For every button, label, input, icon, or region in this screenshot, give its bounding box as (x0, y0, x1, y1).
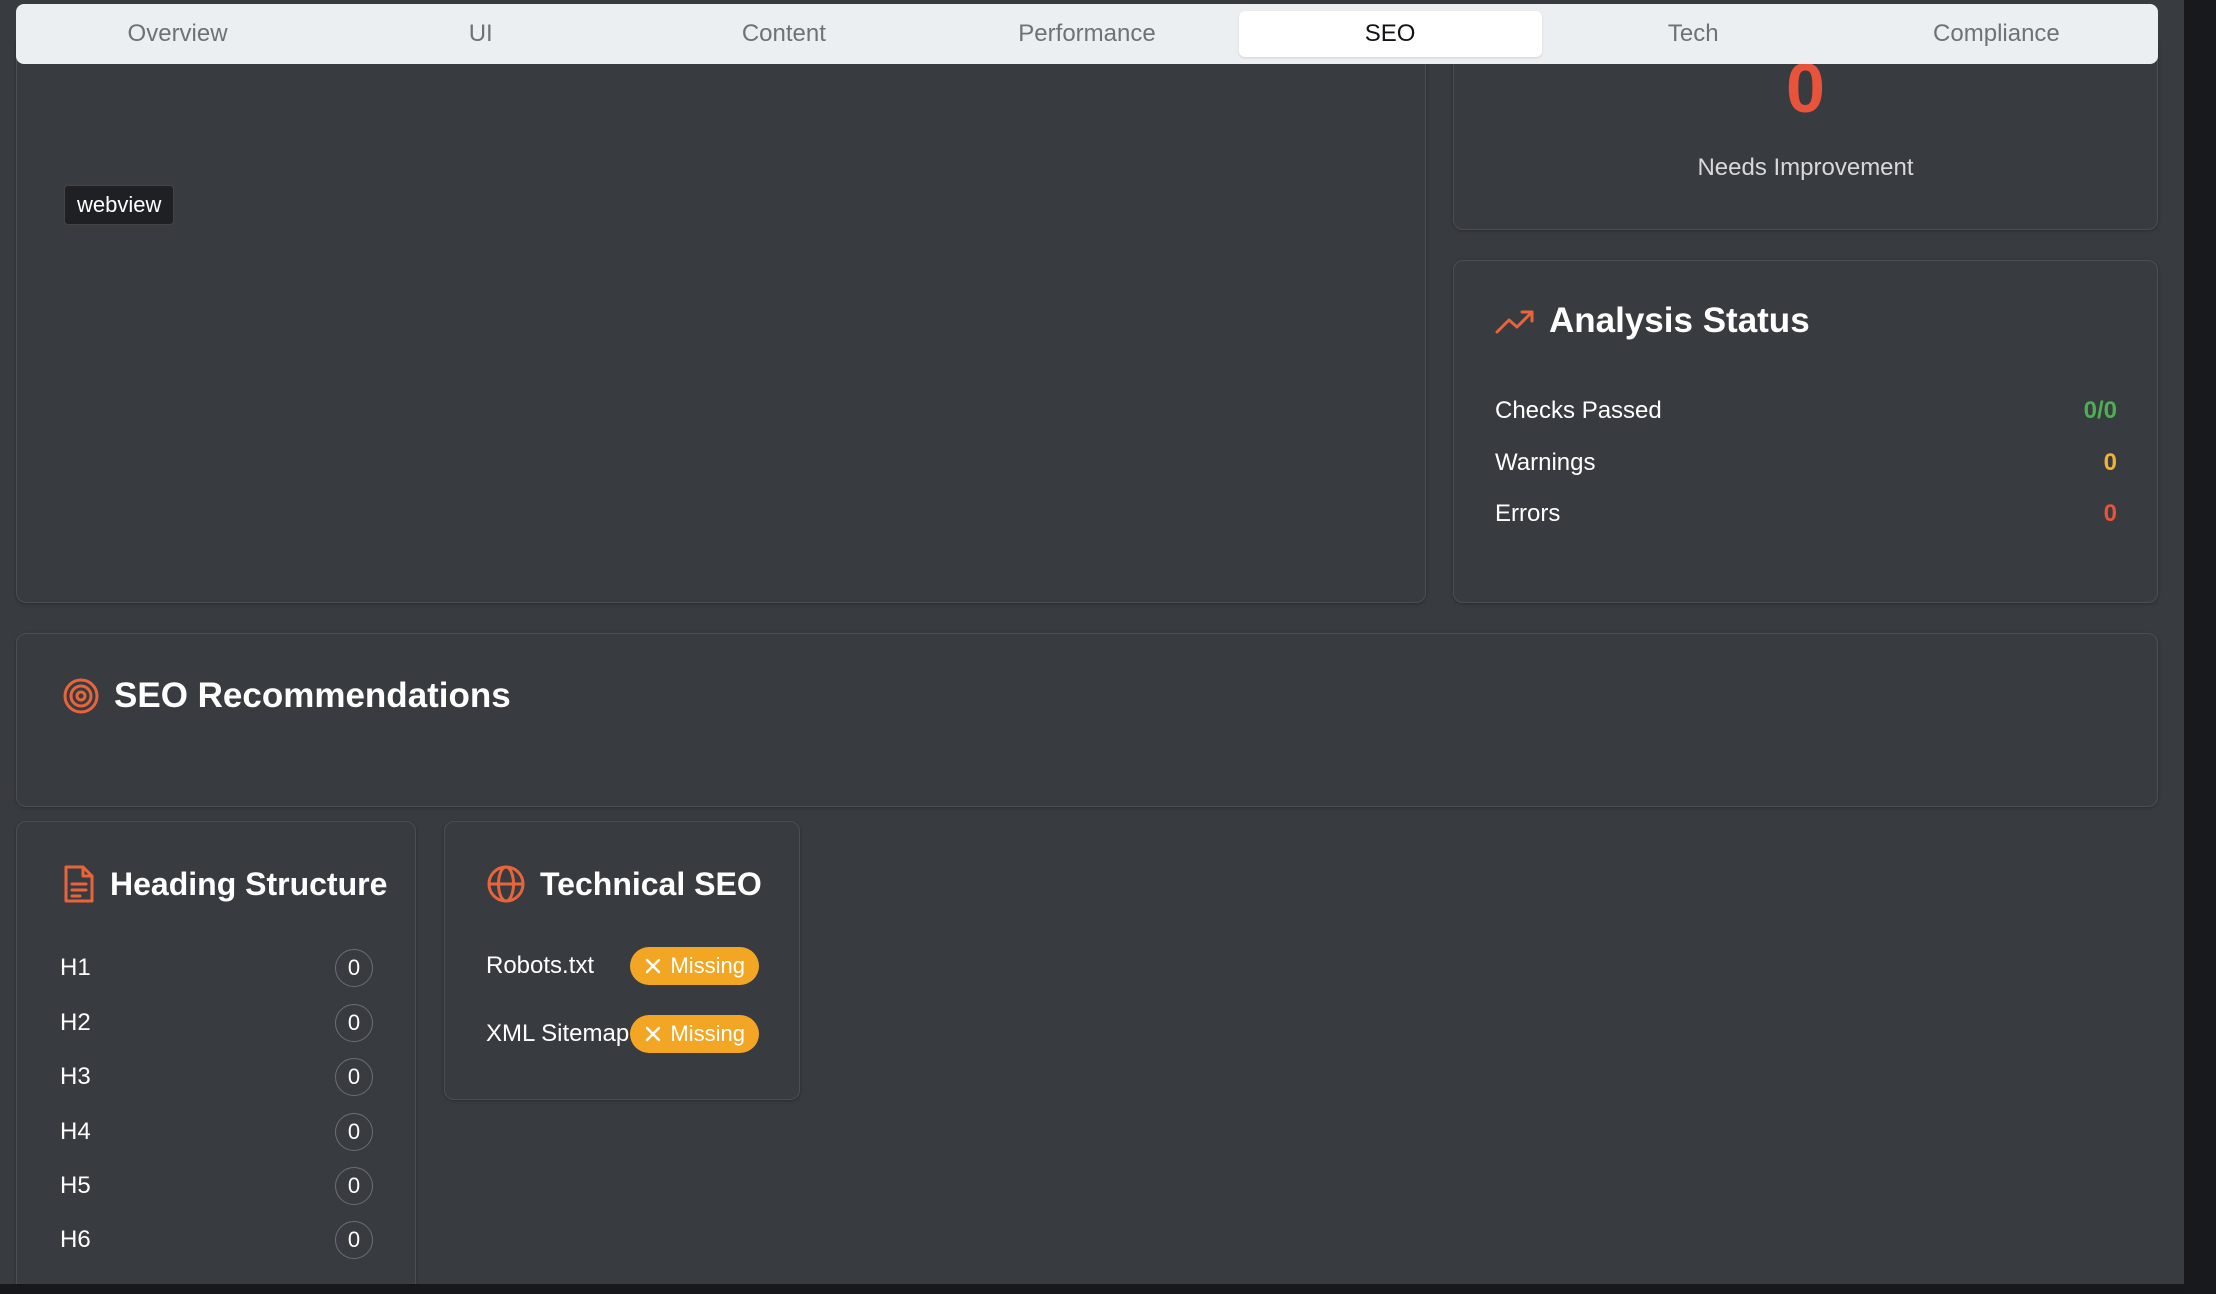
heading-structure-title: Heading Structure (110, 865, 388, 902)
app-viewport: webview 0 Needs Improvement Analysis Sta… (0, 0, 2184, 1284)
close-icon (644, 1025, 662, 1043)
heading-label: H5 (60, 1172, 91, 1199)
analysis-status-header: Analysis Status (1495, 301, 1810, 341)
webview-preview-card (16, 40, 1426, 603)
tab-seo[interactable]: SEO (1238, 11, 1542, 57)
heading-count-badge: 0 (335, 1113, 373, 1151)
heading-label: H3 (60, 1063, 91, 1090)
status-row-value: 0 (2103, 500, 2117, 527)
window-edge (2184, 0, 2216, 1294)
status-row-label: Warnings (1495, 449, 1596, 476)
heading-row-h1: H1 0 (60, 949, 373, 987)
analysis-status-card: Analysis Status Checks Passed 0/0 Warnin… (1453, 260, 2158, 603)
heading-row-h4: H4 0 (60, 1113, 373, 1151)
heading-row-h2: H2 0 (60, 1004, 373, 1042)
tab-compliance[interactable]: Compliance (1845, 11, 2148, 57)
tab-overview[interactable]: Overview (26, 11, 329, 57)
status-row-checks-passed: Checks Passed 0/0 (1495, 397, 2117, 425)
tech-row-label: Robots.txt (486, 952, 595, 979)
missing-badge-text: Missing (670, 1021, 745, 1046)
tab-ui[interactable]: UI (329, 11, 632, 57)
seo-recommendations-card: SEO Recommendations (16, 633, 2158, 807)
missing-badge: Missing (630, 1015, 759, 1053)
status-row-errors: Errors 0 (1495, 500, 2117, 528)
status-row-value: 0 (2103, 449, 2117, 476)
heading-label: H2 (60, 1009, 91, 1036)
trending-up-icon (1495, 306, 1535, 336)
heading-structure-card: Heading Structure H1 0 H2 0 H3 0 H4 0 H5… (16, 821, 416, 1284)
heading-row-h6: H6 0 (60, 1221, 373, 1259)
technical-seo-card: Technical SEO Robots.txt Missing XML Sit… (444, 821, 800, 1100)
tab-tech[interactable]: Tech (1542, 11, 1845, 57)
seo-score-card: 0 Needs Improvement (1453, 40, 2158, 230)
target-icon (62, 677, 100, 715)
heading-row-h5: H5 0 (60, 1167, 373, 1205)
heading-count-badge: 0 (335, 1167, 373, 1205)
seo-recommendations-title: SEO Recommendations (114, 676, 511, 715)
heading-count-badge: 0 (335, 1221, 373, 1259)
status-row-warnings: Warnings 0 (1495, 449, 2117, 477)
heading-count-badge: 0 (335, 1058, 373, 1096)
tab-performance[interactable]: Performance (935, 11, 1238, 57)
analysis-status-title: Analysis Status (1549, 301, 1810, 340)
close-icon (644, 957, 662, 975)
file-text-icon (62, 864, 96, 904)
heading-structure-header: Heading Structure (62, 864, 387, 904)
heading-row-h3: H3 0 (60, 1058, 373, 1096)
seo-score-label: Needs Improvement (1697, 154, 1914, 181)
seo-score-value: 0 (1786, 49, 1825, 127)
missing-badge: Missing (630, 947, 759, 985)
tech-row-robots: Robots.txt Missing (486, 947, 759, 985)
heading-label: H1 (60, 954, 91, 981)
heading-label: H4 (60, 1118, 91, 1145)
status-row-label: Checks Passed (1495, 397, 1662, 424)
heading-label: H6 (60, 1226, 91, 1253)
tab-bar: Overview UI Content Performance SEO Tech… (16, 4, 2158, 64)
webview-label: webview (64, 185, 175, 225)
technical-seo-header: Technical SEO (486, 864, 762, 904)
seo-recommendations-header: SEO Recommendations (62, 676, 511, 716)
tab-content[interactable]: Content (632, 11, 935, 57)
status-row-value: 0/0 (2083, 397, 2117, 424)
status-row-label: Errors (1495, 500, 1561, 527)
tech-row-sitemap: XML Sitemap Missing (486, 1015, 759, 1053)
heading-count-badge: 0 (335, 1004, 373, 1042)
missing-badge-text: Missing (670, 953, 745, 978)
globe-icon (486, 864, 526, 904)
technical-seo-title: Technical SEO (540, 865, 762, 902)
heading-count-badge: 0 (335, 949, 373, 987)
tech-row-label: XML Sitemap (486, 1020, 630, 1047)
